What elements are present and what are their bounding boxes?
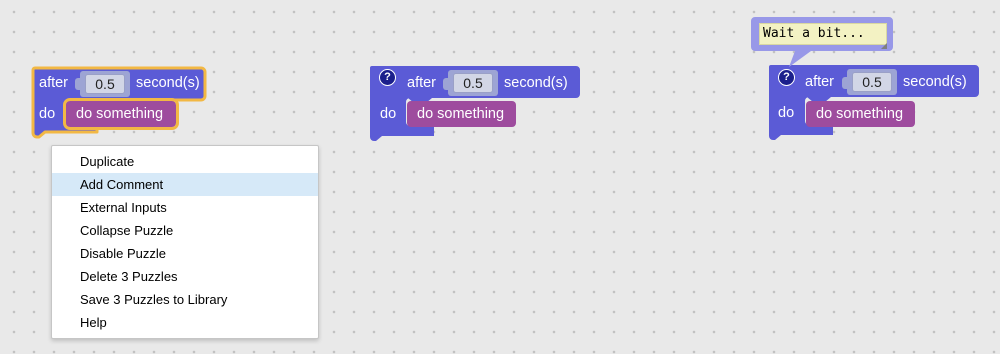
help-icon[interactable]: ? [379,69,396,86]
menu-item-delete-puzzles[interactable]: Delete 3 Puzzles [52,265,318,288]
comment-text[interactable]: Wait a bit... [759,23,887,45]
block-context-menu: Duplicate Add Comment External Inputs Co… [51,145,319,339]
do-something-block[interactable]: do something [63,98,179,130]
menu-item-collapse-puzzle[interactable]: Collapse Puzzle [52,219,318,242]
help-icon[interactable]: ? [778,69,795,86]
do-label: do [380,106,397,122]
do-label: do [39,106,56,122]
seconds-label: second(s) [504,75,568,91]
delay-value-input[interactable]: 0.5 [85,74,125,94]
after-label: after [39,75,69,91]
seconds-label: second(s) [903,74,967,90]
menu-item-save-to-library[interactable]: Save 3 Puzzles to Library [52,288,318,311]
blocks-workspace[interactable]: after 0.5 second(s) do do something ? af… [0,0,1000,354]
menu-item-external-inputs[interactable]: External Inputs [52,196,318,219]
menu-item-help[interactable]: Help [52,311,318,334]
after-label: after [407,75,437,91]
delay-value-input[interactable]: 0.5 [453,73,493,93]
do-label: do [778,105,795,121]
comment-bubble[interactable]: Wait a bit... [751,17,895,69]
seconds-label: second(s) [136,75,200,91]
do-something-block[interactable]: do something [407,101,516,127]
timer-block-2[interactable]: ? after 0.5 second(s) do do something [370,66,582,146]
menu-item-duplicate[interactable]: Duplicate [52,150,318,173]
do-something-block[interactable]: do something [806,101,915,127]
timer-block-3[interactable]: ? after 0.5 second(s) do do something [769,65,981,145]
delay-value-input[interactable]: 0.5 [852,72,892,92]
comment-resize-handle[interactable] [881,43,887,49]
timer-block-1[interactable]: after 0.5 second(s) do do something [29,66,211,146]
after-label: after [805,74,835,90]
menu-item-disable-puzzle[interactable]: Disable Puzzle [52,242,318,265]
menu-item-add-comment[interactable]: Add Comment [52,173,318,196]
